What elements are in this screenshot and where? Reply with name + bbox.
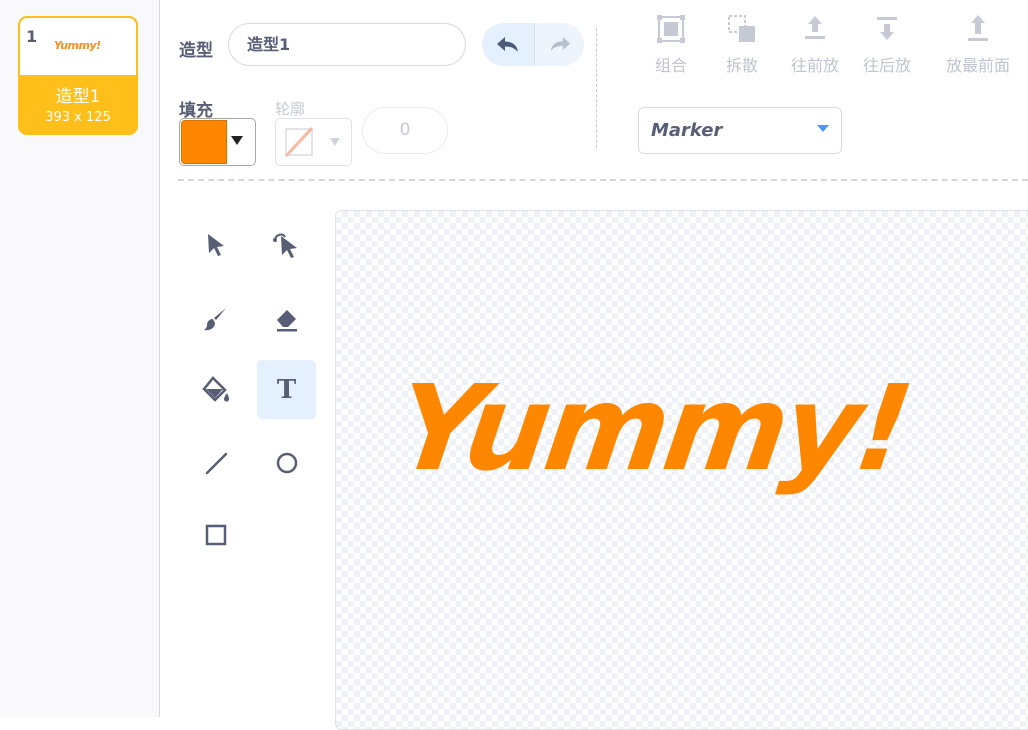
costume-thumbnail: 1 Yummy! (20, 18, 136, 75)
outline-color-picker[interactable] (275, 118, 352, 166)
eraser-tool[interactable] (257, 289, 316, 348)
fill-dropdown-icon (231, 136, 243, 145)
rectangle-icon (205, 524, 226, 545)
outline-dropdown-icon (330, 138, 340, 146)
reshape-icon (272, 233, 297, 258)
costume-tile[interactable]: 1 Yummy! 造型1 393 x 125 (18, 16, 138, 135)
ungroup-button[interactable]: 拆散 (722, 12, 762, 76)
fill-color-picker[interactable] (179, 118, 256, 166)
front-label: 放最前面 (945, 56, 1010, 75)
circle-icon (276, 452, 297, 473)
brush-tool[interactable] (186, 289, 245, 348)
brush-icon (203, 307, 226, 330)
font-name: Marker (651, 120, 723, 141)
backward-button[interactable]: 往后放 (858, 12, 916, 76)
select-arrow-icon (207, 233, 224, 256)
rectangle-tool[interactable] (186, 505, 245, 564)
forward-icon (805, 16, 825, 39)
group-button[interactable]: 组合 (651, 12, 691, 76)
eraser-icon (276, 309, 297, 331)
paint-canvas[interactable]: Yummy! (335, 210, 1028, 730)
line-tool[interactable] (186, 433, 245, 492)
front-button[interactable]: 放最前面 (940, 12, 1016, 76)
fill-tool[interactable] (186, 360, 245, 419)
ungroup-label: 拆散 (725, 56, 758, 75)
costume-tile-name: 造型1 (55, 87, 101, 107)
forward-button[interactable]: 往前放 (786, 12, 844, 76)
costume-number: 1 (26, 27, 38, 46)
outline-width-input[interactable]: 0 (362, 107, 448, 154)
redo-button[interactable] (535, 23, 584, 66)
front-icon (968, 15, 988, 41)
undo-redo-group (482, 23, 584, 66)
redo-icon (550, 37, 570, 51)
toolbar-divider (596, 28, 597, 148)
text-tool-icon: T (276, 374, 297, 405)
reshape-tool[interactable] (257, 215, 316, 274)
costume-thumbnail-text: Yummy! (54, 39, 101, 52)
no-outline-icon (284, 126, 314, 158)
font-dropdown[interactable]: Marker (638, 107, 842, 154)
font-dropdown-icon (817, 125, 829, 132)
costume-list: 1 Yummy! 造型1 393 x 125 (0, 0, 160, 717)
fill-color-swatch (181, 120, 227, 164)
ungroup-icon (728, 15, 755, 42)
canvas-text-object[interactable]: Yummy! (388, 359, 917, 497)
line-icon (205, 452, 227, 474)
group-label: 组合 (654, 56, 687, 75)
undo-button[interactable] (482, 23, 535, 66)
forward-label: 往前放 (790, 56, 839, 75)
costume-tile-size: 393 x 125 (45, 110, 111, 125)
backward-label: 往后放 (862, 56, 911, 75)
costume-name-input[interactable]: 造型1 (228, 23, 466, 66)
outline-label: 轮廓 (275, 100, 306, 118)
costume-name-label: 造型 (179, 41, 213, 61)
paint-bucket-icon (201, 375, 229, 402)
undo-icon (497, 36, 518, 52)
select-tool[interactable] (186, 215, 245, 274)
backward-icon (877, 17, 897, 40)
toolbar-bottom-divider (178, 179, 1028, 181)
circle-tool[interactable] (257, 433, 316, 492)
text-tool[interactable]: T (257, 360, 316, 419)
group-icon (657, 15, 685, 43)
